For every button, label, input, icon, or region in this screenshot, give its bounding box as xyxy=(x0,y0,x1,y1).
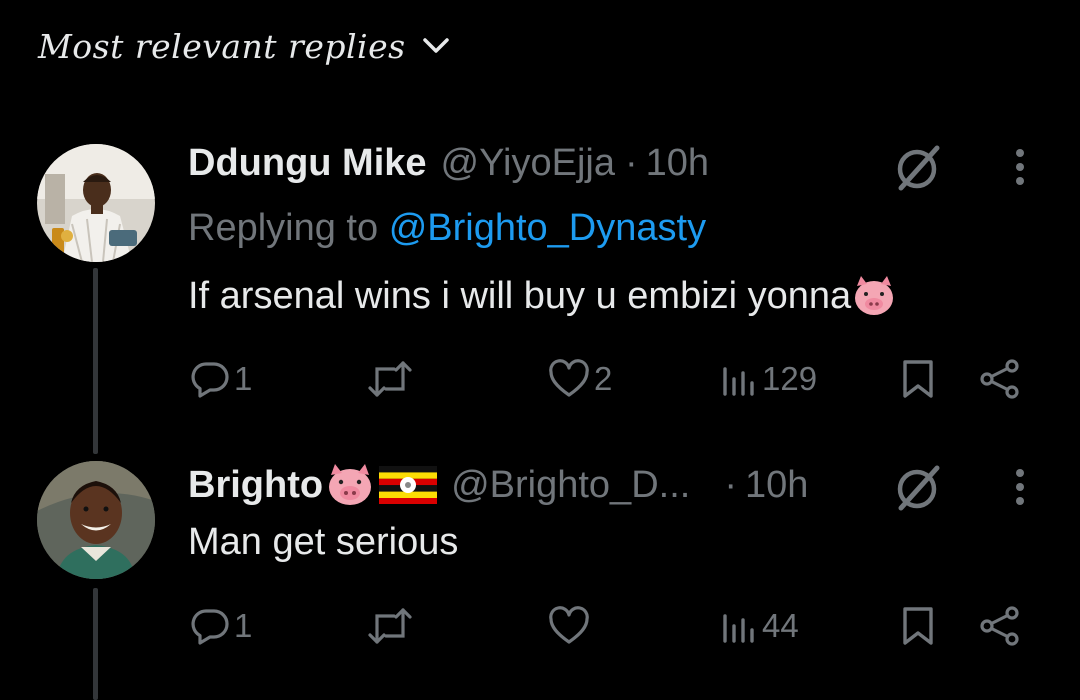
bookmark-icon xyxy=(903,607,933,645)
more-options-icon[interactable] xyxy=(1006,465,1034,511)
views-button[interactable]: 44 xyxy=(718,603,799,649)
tweet-timestamp[interactable]: 10h xyxy=(646,142,709,185)
thread-line xyxy=(93,268,98,454)
tweet-body: Man get serious xyxy=(188,521,459,563)
reply-icon xyxy=(191,609,229,645)
retweet-button[interactable] xyxy=(367,356,413,402)
reply-icon xyxy=(191,362,229,398)
tweet-header: Brighto @Brighto_D... · 10h xyxy=(188,462,808,508)
reply-button[interactable]: 1 xyxy=(190,356,252,402)
chevron-down-icon xyxy=(422,38,449,53)
tweet-header: Ddungu Mike @YiyoEjja · 10h xyxy=(188,140,709,186)
thread-line xyxy=(93,588,98,700)
avatar[interactable] xyxy=(37,461,155,579)
sort-replies-dropdown[interactable]: Most relevant replies xyxy=(38,24,450,68)
share-button[interactable] xyxy=(979,356,1023,402)
avatar[interactable] xyxy=(37,144,155,262)
bookmark-button[interactable] xyxy=(899,356,937,402)
pig-face-emoji xyxy=(329,464,372,505)
reply-button[interactable]: 1 xyxy=(190,603,252,649)
share-icon xyxy=(980,359,1019,399)
bookmark-icon xyxy=(903,360,933,398)
tweet-text: If arsenal wins i will buy u embizi yonn… xyxy=(188,274,897,318)
display-name[interactable]: Ddungu Mike xyxy=(188,142,427,185)
views-count: 44 xyxy=(762,607,799,644)
share-button[interactable] xyxy=(979,603,1023,649)
heart-icon xyxy=(549,606,589,644)
tweet-text: Man get serious xyxy=(188,521,458,564)
more-options-icon[interactable] xyxy=(1006,145,1034,191)
heart-icon xyxy=(549,359,589,397)
user-handle[interactable]: @YiyoEjja xyxy=(441,142,615,185)
retweet-button[interactable] xyxy=(367,603,413,649)
grok-icon[interactable] xyxy=(893,142,945,194)
views-count: 129 xyxy=(762,360,818,397)
replying-to-label: Replying to xyxy=(188,207,379,249)
replying-to: Replying to @Brighto_Dynasty xyxy=(188,207,706,250)
tweet-body: If arsenal wins i will buy u embizi yonn… xyxy=(188,274,852,317)
uganda-flag-emoji xyxy=(379,466,438,504)
views-icon xyxy=(723,367,754,396)
user-handle[interactable]: @Brighto_D... xyxy=(451,464,690,507)
retweet-icon xyxy=(368,608,412,644)
reply-count: 1 xyxy=(234,607,253,644)
pig-face-emoji xyxy=(855,276,894,315)
views-icon xyxy=(723,614,754,643)
like-count: 2 xyxy=(594,360,613,397)
like-button[interactable] xyxy=(548,603,590,649)
replying-to-mention[interactable]: @Brighto_Dynasty xyxy=(389,207,706,249)
reply-count: 1 xyxy=(234,360,253,397)
like-button[interactable]: 2 xyxy=(548,356,612,402)
sort-label: Most relevant replies xyxy=(38,26,406,66)
separator-dot: · xyxy=(724,463,737,506)
display-name[interactable]: Brighto xyxy=(188,464,323,507)
bookmark-button[interactable] xyxy=(899,603,937,649)
separator-dot: · xyxy=(625,141,638,184)
grok-icon[interactable] xyxy=(893,462,945,514)
views-button[interactable]: 129 xyxy=(718,356,817,402)
tweet-timestamp[interactable]: 10h xyxy=(745,464,808,507)
share-icon xyxy=(980,606,1019,646)
retweet-icon xyxy=(368,361,412,397)
